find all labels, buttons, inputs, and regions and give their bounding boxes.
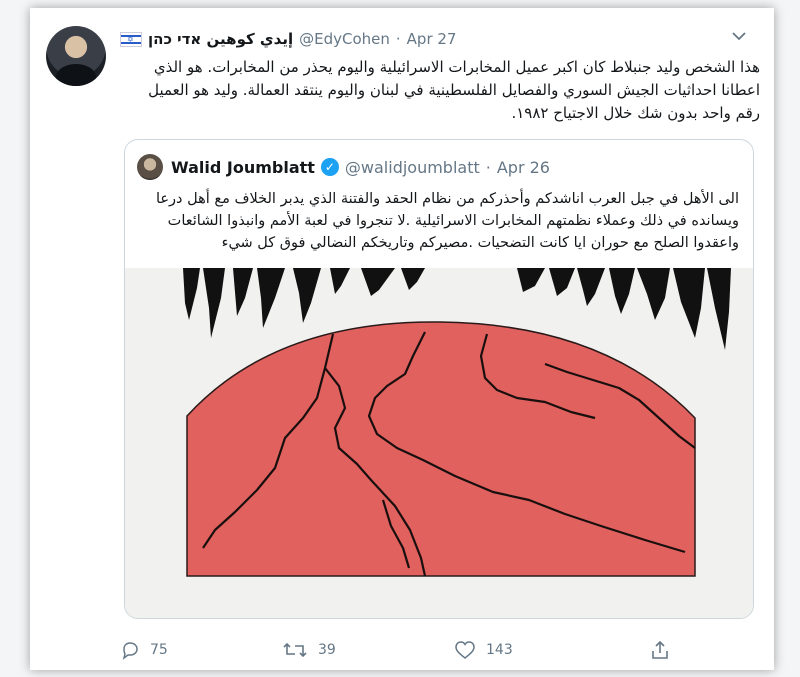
retweet-count: 39 xyxy=(318,642,336,658)
author-avatar[interactable] xyxy=(46,26,106,86)
reply-icon xyxy=(122,642,138,660)
author-name[interactable]: إيدي كوهين אדי כהן xyxy=(148,30,293,48)
author-handle[interactable]: @EdyCohen xyxy=(299,30,390,48)
quoted-author-name: Walid Joumblatt xyxy=(171,157,315,177)
israel-flag-icon: ✡ xyxy=(120,31,142,47)
quoted-tweet-image[interactable] xyxy=(125,268,753,618)
quoted-header-separator: · xyxy=(485,157,491,177)
star-of-david-glyph: ✡ xyxy=(127,34,134,44)
verified-badge-icon: ✓ xyxy=(320,158,339,176)
reply-count: 75 xyxy=(150,642,168,658)
quoted-author-handle: @walidjoumblatt xyxy=(344,157,480,177)
tweet-card: ✡ إيدي كوهين אדי כהן @EdyCohen · Apr 27 … xyxy=(30,8,774,670)
tweet-date[interactable]: Apr 27 xyxy=(407,30,457,48)
retweet-button[interactable]: 39 xyxy=(282,640,336,660)
retweet-icon xyxy=(283,642,307,658)
tweet-actions: 75 39 143 xyxy=(120,640,760,666)
tweet-header: ✡ إيدي كوهين אדי כהן @EdyCohen · Apr 27 xyxy=(120,28,540,50)
quoted-tweet-text: الى الأهل في جبل العرب اناشدكم وأحذركم م… xyxy=(155,191,739,251)
share-icon xyxy=(652,640,668,659)
share-button[interactable] xyxy=(650,640,670,660)
tweet-text: هذا الشخص وليد جنبلاط كان اكبر عميل المخ… xyxy=(148,58,760,122)
like-button[interactable]: 143 xyxy=(454,640,513,660)
like-count: 143 xyxy=(486,642,513,658)
quoted-author-avatar xyxy=(137,154,163,180)
chevron-down-icon[interactable] xyxy=(732,26,746,45)
heart-icon xyxy=(455,641,475,659)
quoted-tweet[interactable]: Walid Joumblatt ✓ @walidjoumblatt · Apr … xyxy=(124,139,754,619)
quoted-tweet-date: Apr 26 xyxy=(496,157,550,177)
reply-button[interactable]: 75 xyxy=(120,640,168,660)
cracked-dome-illustration xyxy=(125,268,753,618)
header-separator: · xyxy=(395,30,401,48)
quoted-tweet-header: Walid Joumblatt ✓ @walidjoumblatt · Apr … xyxy=(171,154,550,180)
